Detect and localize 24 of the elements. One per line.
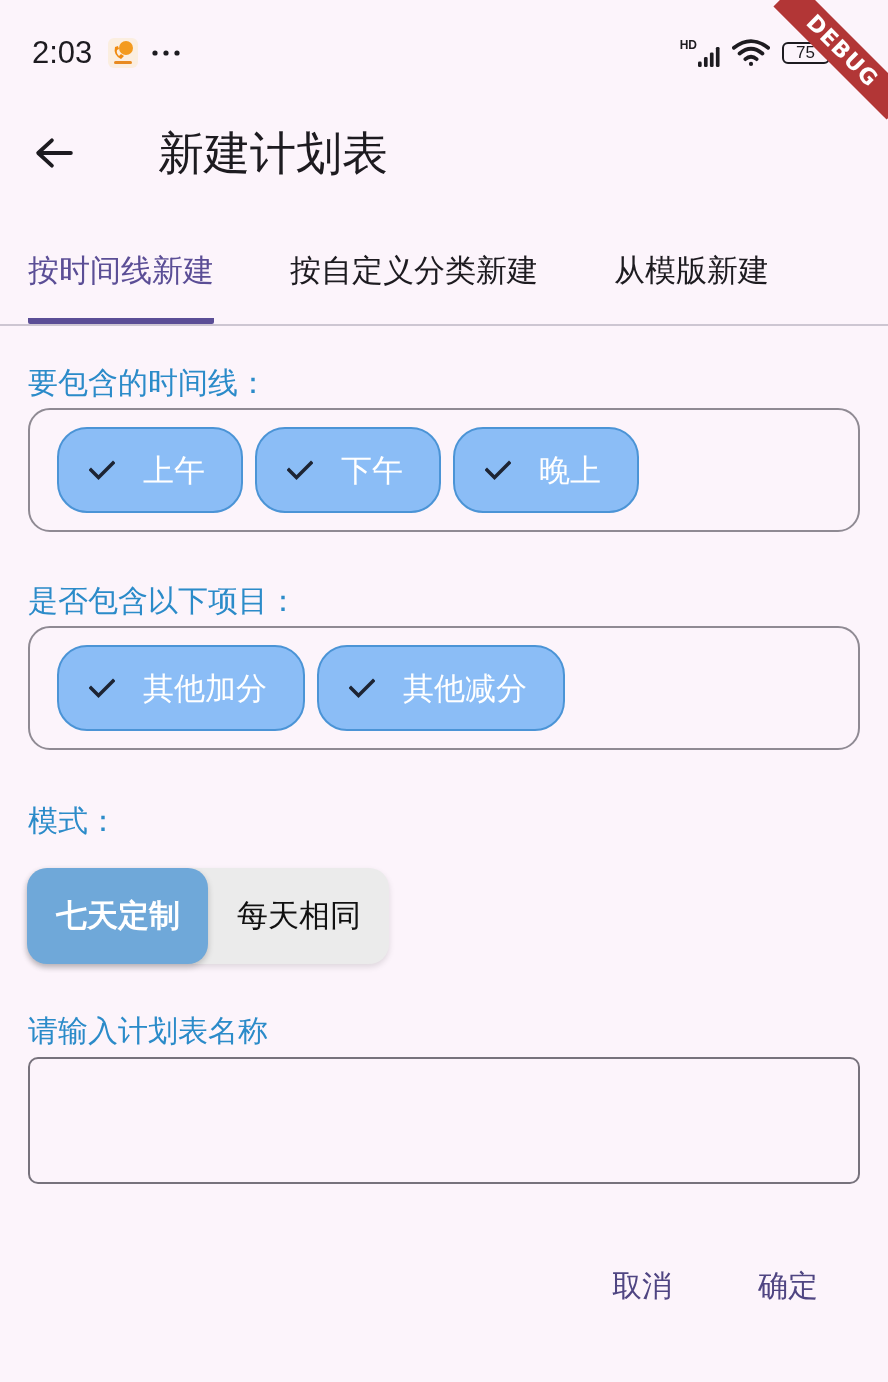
field-label: 请输入计划表名称 — [28, 1012, 268, 1050]
section-label: 是否包含以下项目： — [28, 582, 298, 620]
dialog-action-button[interactable]: 确定 — [744, 1258, 832, 1314]
section-label: 要包含的时间线： — [28, 364, 268, 402]
check-icon — [349, 678, 375, 698]
check-icon — [89, 460, 115, 480]
mode-option[interactable]: 每天相同 — [208, 868, 389, 964]
network-type-label: HD — [679, 38, 697, 51]
section-label: 模式： — [28, 802, 118, 840]
tab[interactable]: 按时间线新建 — [28, 216, 214, 324]
more-icon — [152, 49, 181, 56]
wifi-icon — [732, 39, 770, 66]
back-arrow-icon — [35, 136, 73, 169]
check-icon — [485, 460, 511, 480]
tab[interactable]: 从模版新建 — [614, 216, 769, 324]
signal-icon — [698, 45, 720, 68]
page-title: 新建计划表 — [158, 124, 388, 181]
app-logo-icon — [108, 37, 139, 68]
dialog-action-button[interactable]: 取消 — [598, 1258, 686, 1314]
check-icon — [89, 678, 115, 698]
tab[interactable]: 按自定义分类新建 — [290, 216, 538, 324]
status-time: 2:03 — [32, 34, 93, 71]
check-icon — [287, 460, 313, 480]
name-input-field[interactable] — [28, 1057, 860, 1184]
